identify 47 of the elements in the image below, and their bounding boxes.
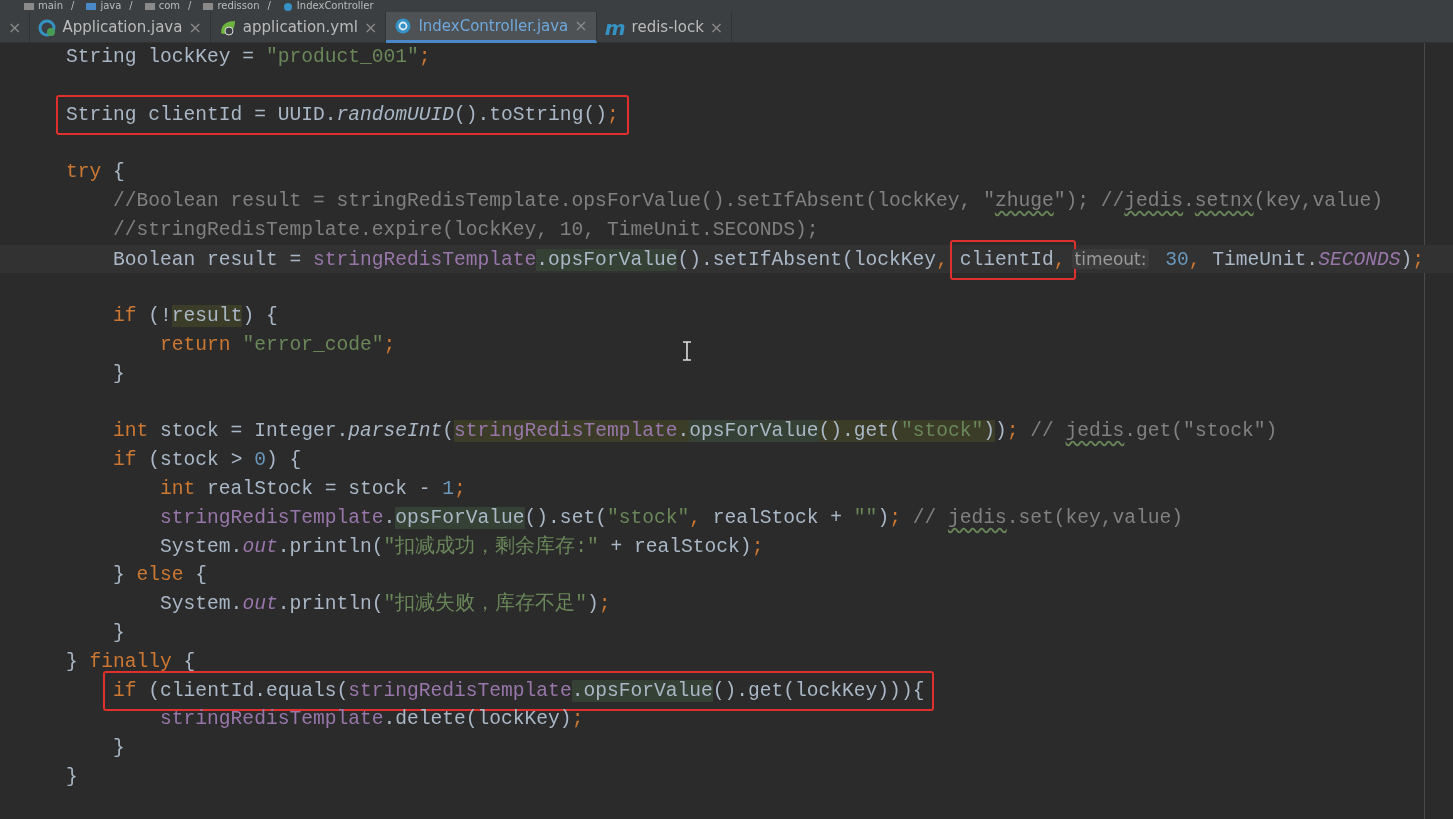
code-line: int realStock = stock - 1; (159, 476, 466, 502)
code-line: String lockKey = "product_001"; (66, 45, 431, 70)
code-line: } (112, 620, 125, 646)
code-line: if (stock > 0) { (112, 448, 302, 474)
editor-tab[interactable]: Application.java × (30, 12, 211, 43)
folder-icon (23, 1, 35, 11)
text-cursor-icon (682, 341, 692, 361)
code-line: stringRedisTemplate.opsForValue().set("stock", realStock + ""); // jedis.set(key,value) (159, 505, 1184, 531)
code-line: System.out.println("扣减成功，剩余库存:" + realStock); (159, 534, 764, 560)
class-icon (394, 17, 413, 35)
breadcrumb-separator: / (188, 0, 192, 11)
code-line: //Boolean result = stringRedisTemplate.opsForValue().setIfAbsent(lockKey, "zhuge"); //jedis.setnx(key,value) (112, 189, 1383, 214)
breadcrumb-item[interactable]: IndexController (296, 0, 374, 11)
breadcrumb-separator: / (267, 0, 271, 11)
code-line: int stock = Integer.parseInt(stringRedisTemplate.opsForValue().get("stock")); // jedis.get("stock") (112, 419, 1278, 445)
code-line: //stringRedisTemplate.expire(lockKey, 10, TimeUnit.SECONDS); (112, 217, 819, 243)
code-line: if (!result) { (112, 304, 278, 330)
editor-tab[interactable]: IndexController.java × (386, 12, 597, 43)
editor-tab[interactable]: m redis-lock × (596, 12, 733, 43)
code-line: } (112, 361, 125, 387)
code-text: 30, TimeUnit.SECONDS); (1164, 247, 1424, 273)
breadcrumb-separator: / (129, 0, 133, 11)
close-icon[interactable]: × (709, 15, 724, 40)
code-line: } (66, 764, 78, 790)
annotation-box: String clientId = UUID.randomUUID().toString(); (56, 94, 629, 136)
breadcrumb-item[interactable]: redisson (217, 0, 260, 11)
breadcrumb-separator: / (71, 0, 75, 11)
code-line: System.out.println("扣减失败，库存不足"); (159, 591, 611, 618)
close-icon[interactable]: × (8, 15, 22, 40)
folder-icon (143, 1, 156, 11)
breadcrumb-item[interactable]: main (38, 0, 63, 11)
code-line: return "error_code"; (159, 332, 396, 358)
close-icon[interactable]: × (188, 15, 202, 40)
code-line: } (112, 736, 125, 762)
code-line: } else { (112, 563, 208, 589)
app-run-icon (38, 18, 57, 37)
code-text: Boolean result = stringRedisTemplate.opsForValue().setIfAbsent(lockKey, (112, 247, 949, 273)
class-icon (281, 1, 294, 11)
folder-icon (85, 1, 98, 11)
leaf-icon (218, 18, 237, 37)
maven-icon: m (604, 17, 626, 38)
editor-tab[interactable]: × (0, 12, 31, 43)
breadcrumb-item[interactable]: java (100, 0, 122, 11)
breadcrumb-item[interactable]: com (158, 0, 181, 11)
code-line: try { (66, 160, 125, 186)
close-icon[interactable]: × (364, 15, 378, 40)
folder-icon (202, 1, 215, 11)
